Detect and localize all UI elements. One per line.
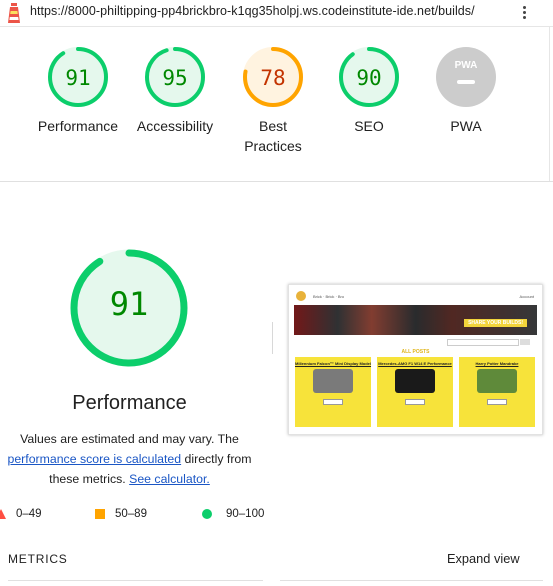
gauge-pwa[interactable]: PWA PWA	[416, 46, 516, 136]
section-divider	[0, 181, 553, 182]
square-icon	[95, 509, 105, 519]
gauge-label: Best Practices	[244, 118, 302, 154]
site-logo	[296, 291, 306, 301]
performance-gauge: 91	[70, 249, 188, 367]
legend-pass: 90–100	[202, 508, 264, 520]
site-nav: Brick · Brick · Bro	[313, 294, 345, 299]
post-button	[405, 399, 425, 405]
gauge-seo[interactable]: 90 SEO	[319, 46, 419, 136]
gauge-score: 95	[162, 66, 187, 90]
post-button	[323, 399, 343, 405]
post-title: Mercedes-AMG F1 W14 E Performance	[378, 361, 452, 366]
performance-score: 91	[110, 285, 149, 323]
site-search-button	[520, 339, 530, 345]
url-bar: https://8000-philtipping-pp4brickbro-k1q…	[0, 0, 553, 26]
legend-average: 50–89	[95, 508, 147, 520]
site-user: Account	[519, 294, 534, 299]
frame-edge	[549, 26, 550, 181]
post-title: Harry Potter Mandrake	[475, 361, 519, 366]
more-options-icon[interactable]	[516, 4, 532, 22]
post-title: Millennium Falcon™ Mini Display Model	[295, 361, 372, 366]
desc-text-3: these metrics.	[49, 472, 126, 486]
gauge-ring: 91	[48, 47, 108, 107]
page-url[interactable]: https://8000-philtipping-pp4brickbro-k1q…	[30, 4, 475, 18]
post-image	[395, 369, 435, 393]
triangle-icon	[0, 509, 6, 519]
gauge-ring: 90	[339, 47, 399, 107]
pwa-badge-text: PWA	[455, 60, 478, 71]
gauge-performance[interactable]: 91 Performance	[28, 46, 128, 136]
post-image	[477, 369, 517, 393]
gauge-label: SEO	[354, 118, 384, 134]
post-card: Harry Potter Mandrake	[459, 357, 535, 427]
post-card: Mercedes-AMG F1 W14 E Performance	[377, 357, 453, 427]
metrics-divider-left	[8, 580, 263, 581]
metrics-heading: METRICS	[8, 552, 68, 566]
post-card: Millennium Falcon™ Mini Display Model	[295, 357, 371, 427]
metrics-divider-right	[280, 580, 543, 581]
gauge-best-practices[interactable]: 78 Best Practices	[223, 46, 323, 156]
desc-text-2: directly from	[184, 452, 252, 466]
gauge-ring: 95	[145, 47, 205, 107]
expand-view-toggle[interactable]: Expand view	[447, 551, 520, 566]
gauge-score: 91	[65, 66, 90, 90]
gauge-score: 78	[260, 66, 285, 90]
lighthouse-icon	[8, 3, 20, 23]
performance-title: Performance	[72, 392, 187, 414]
calculator-link[interactable]: See calculator.	[129, 472, 210, 486]
legend-fail-label: 0–49	[16, 508, 42, 520]
post-image	[313, 369, 353, 393]
header-divider	[0, 26, 553, 27]
site-search	[447, 339, 519, 346]
final-screenshot[interactable]: Brick · Brick · Bro Account SHARE YOUR B…	[288, 284, 543, 435]
gauge-ring: 78	[243, 47, 303, 107]
score-calculated-link[interactable]: performance score is calculated	[8, 452, 182, 466]
pwa-badge-icon: PWA	[436, 47, 496, 107]
circle-icon	[202, 509, 212, 519]
gauge-label: Performance	[37, 118, 119, 134]
section-title: ALL POSTS	[401, 349, 430, 355]
performance-description: Values are estimated and may vary. The p…	[0, 429, 259, 489]
post-button	[487, 399, 507, 405]
legend-average-label: 50–89	[115, 508, 147, 520]
hero-text: SHARE YOUR BUILDS!	[464, 319, 527, 327]
site-hero: SHARE YOUR BUILDS!	[294, 305, 537, 335]
legend-fail: 0–49	[0, 508, 42, 520]
legend-pass-label: 90–100	[226, 508, 265, 520]
vertical-divider	[272, 322, 273, 354]
gauge-label: Accessibility	[136, 118, 214, 134]
gauge-score: 90	[356, 66, 381, 90]
desc-text-1: Values are estimated and may vary. The	[20, 432, 239, 446]
gauge-accessibility[interactable]: 95 Accessibility	[125, 46, 225, 136]
gauge-label: PWA	[450, 118, 482, 134]
